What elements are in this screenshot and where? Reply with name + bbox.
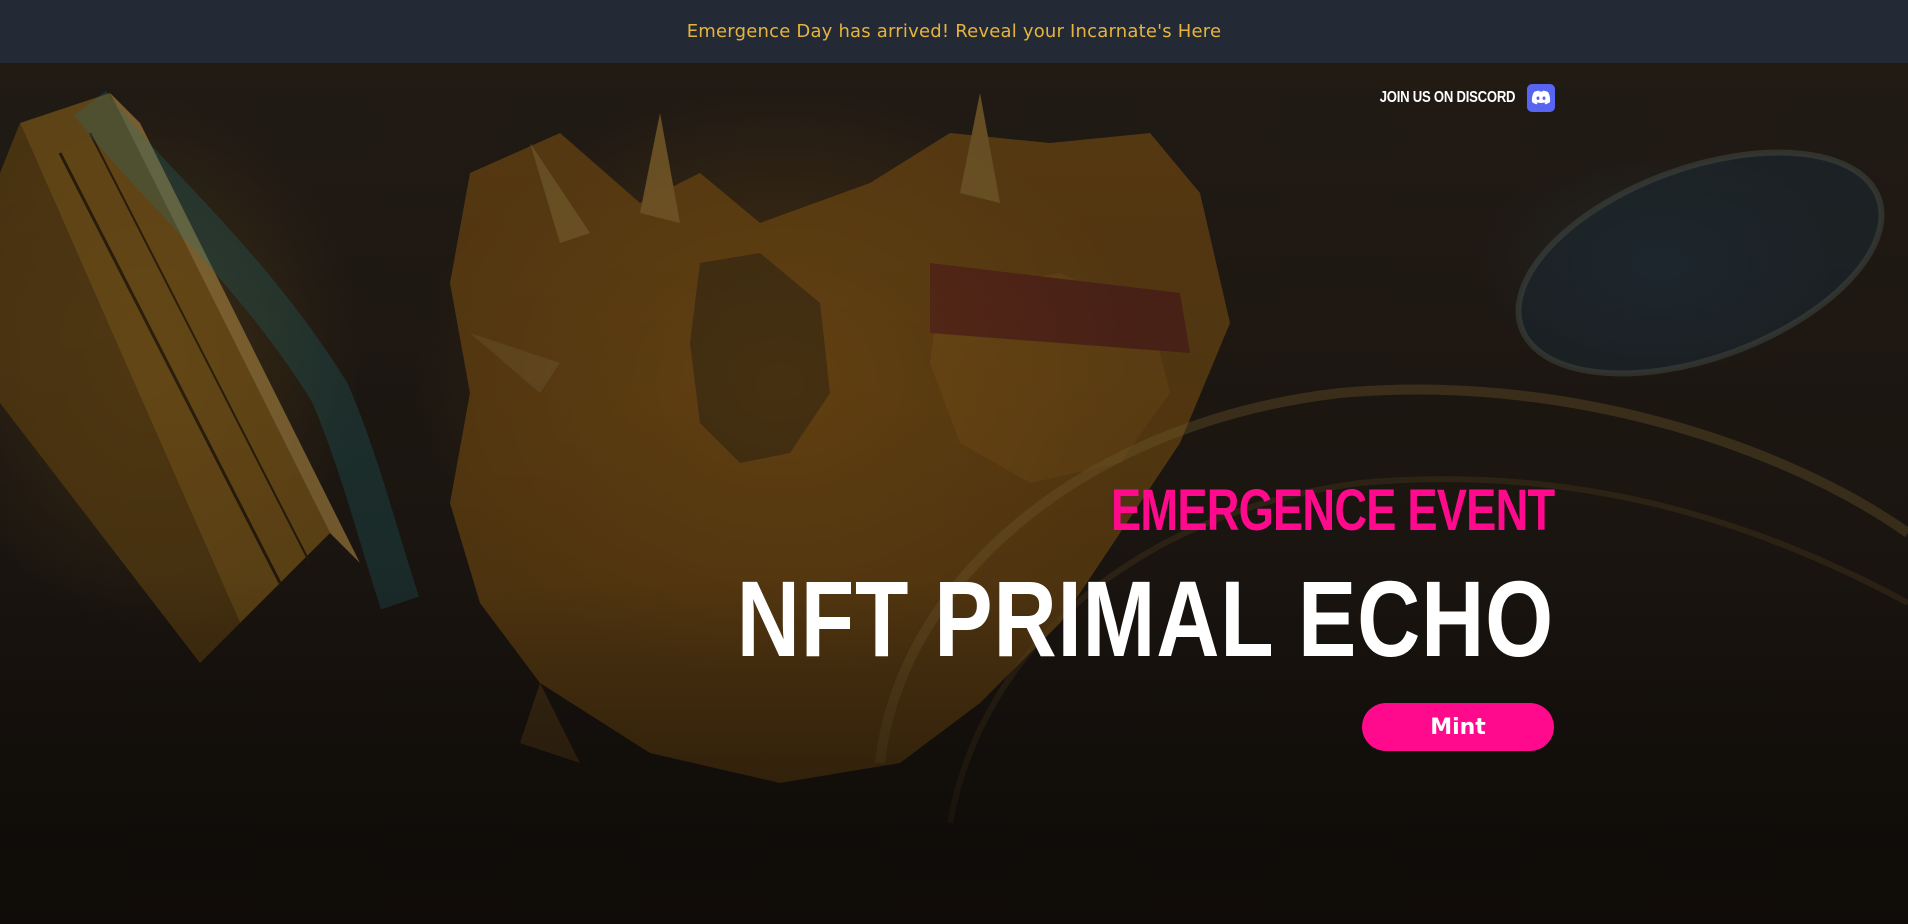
discord-link[interactable]: JOIN US ON DISCORD xyxy=(1350,84,1555,112)
announcement-bar: Emergence Day has arrived! Reveal your I… xyxy=(0,0,1908,63)
event-subtitle: EMERGENCE EVENT xyxy=(1110,478,1555,543)
discord-label: JOIN US ON DISCORD xyxy=(1379,89,1515,106)
announcement-link[interactable]: Emergence Day has arrived! Reveal your I… xyxy=(687,21,1222,42)
mint-button[interactable]: Mint xyxy=(1362,703,1554,751)
hero-title: NFT PRIMAL ECHO xyxy=(736,558,1554,679)
page: Emergence Day has arrived! Reveal your I… xyxy=(0,0,1908,924)
hero-section: JOIN US ON DISCORD EMERGENCE EVENT NFT P… xyxy=(0,63,1908,924)
hero-content: EMERGENCE EVENT NFT PRIMAL ECHO Mint xyxy=(545,478,1555,751)
discord-icon[interactable] xyxy=(1527,84,1555,112)
